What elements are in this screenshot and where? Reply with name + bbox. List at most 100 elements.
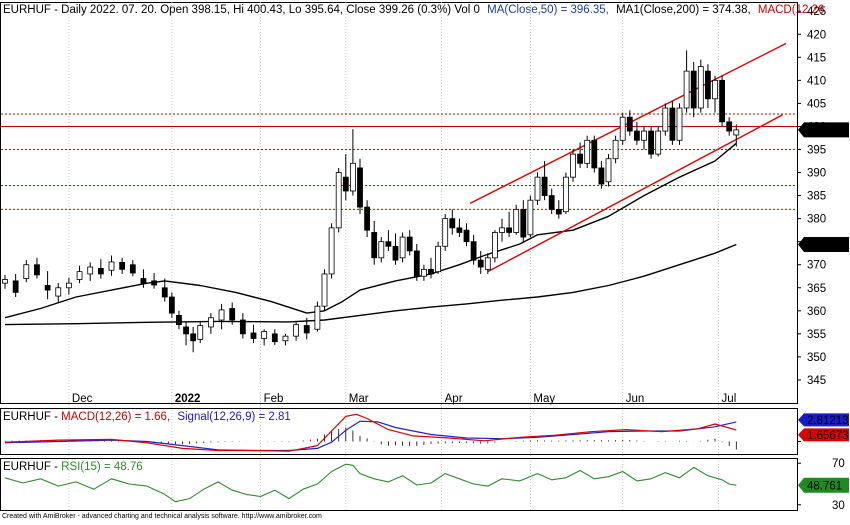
candle-body [239, 319, 246, 335]
macd-header-macd: MACD(12,26) = 1.66, [61, 411, 170, 423]
y-tick-label: 350 [807, 352, 826, 364]
candle-body [598, 167, 605, 185]
candle-body [513, 209, 520, 233]
candle-body [470, 241, 477, 261]
candle-body [506, 227, 513, 233]
candle-body [271, 333, 278, 343]
macd-header: EURHUF - MACD(12,26) = 1.66, Signal(12,2… [3, 411, 291, 423]
candle-body [591, 139, 598, 169]
candle-body [261, 331, 268, 339]
candle-body [712, 79, 718, 100]
ma50-label: MA(Close,50) = 396.35, [487, 4, 609, 16]
candle-body [229, 308, 236, 321]
candle-body [250, 332, 257, 339]
candle-body [371, 232, 378, 259]
candle-body [190, 333, 197, 342]
candle-body [151, 280, 158, 286]
candle-body [55, 287, 62, 297]
y-tick-label: 405 [807, 98, 826, 110]
candle-body [168, 296, 175, 314]
candle-body [726, 121, 733, 132]
x-tick-label: May [533, 393, 555, 405]
candle-body [463, 229, 470, 243]
candle-body [23, 264, 30, 279]
candle-body [399, 236, 406, 259]
candle-body [282, 335, 289, 342]
candle-body [44, 285, 51, 291]
candle-body [662, 107, 669, 132]
candle-body [484, 257, 491, 270]
candle-body [563, 176, 569, 213]
chart-svg: EURHUF - Daily 2022. 07. 20. Open 398.15… [0, 0, 850, 520]
candle-body [183, 326, 189, 335]
y-tick-label: 345 [807, 375, 826, 387]
candle-body [456, 227, 463, 233]
x-tick-label: Feb [264, 393, 284, 405]
candle-body [378, 241, 385, 259]
rsi-y-tick-label: 70 [832, 458, 845, 470]
candle-body [328, 227, 335, 275]
candle-body [76, 271, 83, 280]
x-tick-label: Jun [626, 393, 645, 405]
x-tick-label: Apr [445, 393, 463, 405]
macd-header-signal: Signal(12,26,9) = 2.81 [177, 411, 290, 423]
candle-body [140, 278, 147, 284]
candle-body [406, 236, 413, 252]
candle-body [527, 199, 534, 236]
candle-body [364, 206, 371, 231]
x-tick-label: Dec [72, 393, 93, 405]
candle-body [683, 70, 690, 109]
close-price-badge-label: 399.26 [807, 125, 842, 137]
candle-body [676, 107, 683, 141]
candle-body [570, 153, 576, 178]
y-tick-label: 425 [807, 6, 826, 18]
rsi-badge: 48.761 [798, 477, 849, 493]
candle-body [648, 130, 654, 155]
macd-signal-badge: 2.81213 [798, 413, 849, 427]
candle-body [612, 139, 619, 160]
rsi-y-tick-label: 30 [832, 500, 845, 512]
y-tick-label: 365 [807, 283, 826, 295]
candle-body [176, 315, 182, 326]
x-tick-label: Jul [722, 393, 737, 405]
candle-body [207, 317, 214, 328]
candle-body [619, 116, 626, 141]
candle-body [548, 195, 555, 210]
y-tick-label: 370 [807, 260, 826, 272]
candle-body [314, 305, 321, 330]
candle-body [442, 218, 449, 247]
candle-body [690, 70, 697, 109]
candle-body [293, 324, 300, 337]
close-price-badge: 399.26 [798, 122, 849, 138]
candle-body [392, 245, 399, 261]
candle-body [420, 268, 427, 277]
candle-body [108, 261, 115, 271]
candle-body [385, 241, 392, 247]
candle-body [34, 264, 40, 276]
rsi-header: EURHUF - RSI(15) = 48.76 [3, 461, 143, 473]
candle-body [655, 130, 662, 155]
candle-body [161, 287, 168, 298]
y-tick-label: 410 [807, 75, 826, 87]
candle-body [428, 268, 434, 275]
candle-body [697, 66, 704, 109]
candle-body [449, 218, 456, 229]
macd-value-badge: 1.65673 [798, 428, 849, 442]
footer-credit: Created with AmiBroker - advanced charti… [2, 513, 322, 520]
x-tick-label: Mar [349, 393, 369, 405]
y-tick-label: 395 [807, 144, 826, 156]
candle-body [218, 309, 225, 321]
candle-body [534, 176, 541, 201]
y-tick-label: 390 [807, 168, 826, 180]
macd-signal-badge-label: 2.81213 [807, 415, 849, 427]
ma200-badge: 374.384 [798, 237, 849, 253]
y-tick-label: 420 [807, 29, 826, 41]
candle-body [129, 264, 136, 274]
y-tick-label: 385 [807, 191, 826, 203]
candle-body [577, 153, 583, 164]
candle-body [541, 176, 548, 196]
candle-body [335, 172, 342, 229]
candle-body [87, 266, 94, 275]
candle-body [520, 209, 527, 238]
candle-body [2, 279, 8, 284]
